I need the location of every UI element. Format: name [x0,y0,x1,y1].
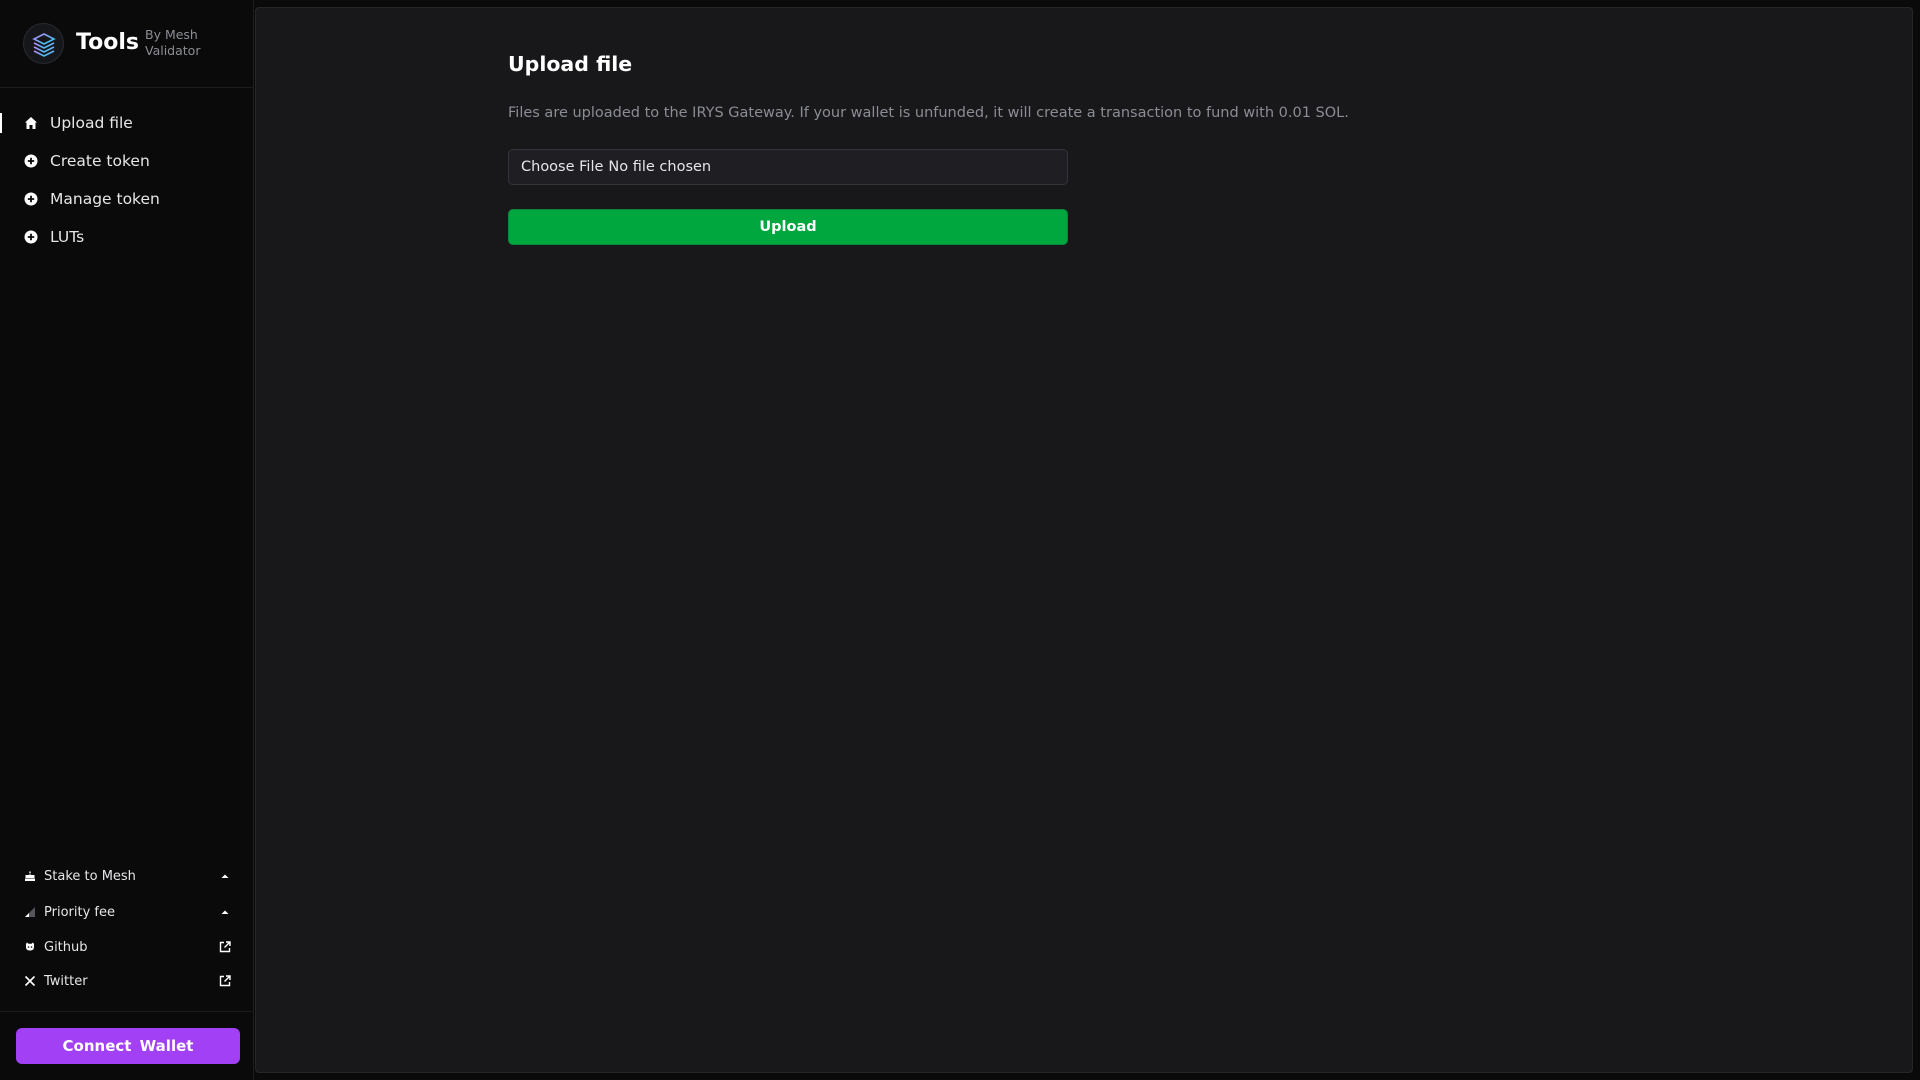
file-input[interactable]: Choose File No file chosen [508,149,1068,185]
signal-icon [24,906,36,918]
plus-circle-icon [24,230,38,244]
cake-icon [24,870,36,882]
brand-subtitle: By Mesh Validator [145,27,201,58]
upload-button[interactable]: Upload [508,209,1068,245]
sidebar-item-manage-token[interactable]: Manage token [0,180,254,218]
twitter-link[interactable]: Twitter [0,964,254,998]
github-link[interactable]: Github [0,930,254,964]
external-link-icon [218,940,232,954]
main-panel: Upload file Files are uploaded to the IR… [255,7,1913,1073]
sidebar-item-upload-file[interactable]: Upload file [0,104,254,142]
chevron-up-icon [218,905,232,919]
choose-file-button[interactable]: Choose File [521,159,603,175]
github-icon [24,941,36,953]
sidebar-item-create-token[interactable]: Create token [0,142,254,180]
connect-wallet-button[interactable]: Connect Wallet [16,1028,240,1064]
plus-circle-icon [24,154,38,168]
sidebar-item-label: Create token [50,152,150,170]
footer-item-label: Github [44,939,88,955]
sidebar-item-label: Upload file [50,114,133,132]
footer-item-label: Twitter [44,973,88,989]
layers-stack-icon[interactable] [23,23,64,64]
brand-header: Tools By Mesh Validator [0,0,254,88]
sidebar-footer: Stake to Mesh Priority fee Github Twitte… [0,858,254,998]
upload-description: Files are uploaded to the IRYS Gateway. … [508,105,1349,121]
brand-title: Tools [76,30,139,55]
footer-item-label: Stake to Mesh [44,868,136,884]
sidebar-nav: Upload file Create token Manage token LU… [0,104,254,256]
plus-circle-icon [24,192,38,206]
external-link-icon [218,974,232,988]
home-icon [24,116,38,130]
wallet-area: Connect Wallet [0,1011,254,1080]
sidebar-item-label: LUTs [50,228,85,246]
app-root: Tools By Mesh Validator Upload file Crea… [0,0,1920,1080]
stake-to-mesh-toggle[interactable]: Stake to Mesh [0,858,254,894]
sidebar: Tools By Mesh Validator Upload file Crea… [0,0,254,1080]
priority-fee-toggle[interactable]: Priority fee [0,894,254,930]
file-status: No file chosen [608,159,712,175]
sidebar-item-luts[interactable]: LUTs [0,218,254,256]
x-icon [24,975,36,987]
footer-item-label: Priority fee [44,904,115,920]
chevron-up-icon [218,869,232,883]
sidebar-item-label: Manage token [50,190,160,208]
page-title: Upload file [508,52,633,76]
